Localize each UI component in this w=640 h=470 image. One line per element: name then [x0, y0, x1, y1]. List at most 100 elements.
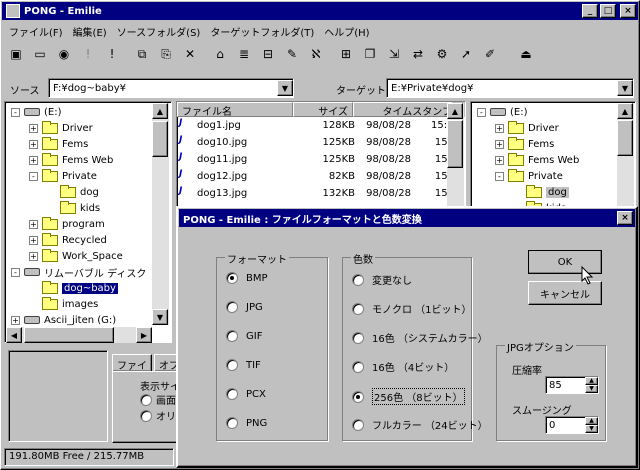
file-row[interactable]: Jdog11.jpg 125KB 98/08/28 15: — [179, 151, 465, 168]
color-radio[interactable] — [352, 302, 364, 315]
tree-item[interactable]: + Fems — [7, 136, 171, 152]
tree-item[interactable]: kids — [7, 200, 171, 216]
format-option[interactable]: TIF — [226, 359, 261, 371]
source-folder-tree[interactable]: - (E:) + Driver + Fems + Fems Web - Private dog kid… — [4, 101, 172, 343]
scroll-thumb[interactable] — [152, 121, 168, 157]
chevron-down-icon[interactable]: ▼ — [277, 80, 293, 96]
expand-icon[interactable]: + — [11, 315, 20, 325]
scroll-up-arrow[interactable]: ▲ — [152, 103, 168, 119]
spin-down-icon[interactable]: ▼ — [585, 425, 598, 433]
format-radio[interactable] — [226, 359, 238, 371]
fit-screen-radio[interactable] — [140, 393, 152, 406]
format-radio[interactable] — [226, 388, 238, 400]
expand-icon[interactable]: + — [495, 123, 504, 133]
color-radio[interactable] — [352, 331, 364, 344]
spin-up-icon[interactable]: ▲ — [585, 377, 598, 385]
column-filename[interactable]: ファイル名 — [177, 102, 293, 117]
format-option[interactable]: PNG — [226, 417, 267, 429]
paste-icon[interactable]: ⎘ — [156, 44, 176, 64]
tree-item[interactable]: dog — [473, 184, 635, 200]
target-folder-tree[interactable]: -(E:)+Driver+Fems+Fems Web-Privatedogkid… — [470, 101, 636, 209]
expand-icon[interactable]: + — [29, 219, 38, 229]
format-option[interactable]: BMP — [226, 272, 268, 284]
copy-icon[interactable]: ⧉ — [132, 44, 152, 64]
menu-edit[interactable]: 編集(E) — [73, 24, 107, 39]
tree-item[interactable]: - リムーバブル ディスク — [7, 264, 171, 280]
convert-icon[interactable]: ℵ — [306, 44, 326, 64]
color-option[interactable]: 16色 （4ビット） — [352, 359, 454, 374]
send-icon[interactable]: ➚ — [456, 44, 476, 64]
smoothing-input[interactable]: 0 ▲ ▼ — [545, 416, 599, 434]
left-tree-scrollbar[interactable]: ▲ ▼ — [152, 103, 169, 325]
menu-source-folder[interactable]: ソースフォルダ(S) — [117, 24, 201, 39]
tree-item[interactable]: + Fems Web — [7, 152, 171, 168]
chevron-down-icon[interactable]: ▼ — [617, 80, 633, 96]
exit-icon[interactable]: ⏏ — [516, 44, 536, 64]
move-icon[interactable]: ⊟ — [258, 44, 278, 64]
column-timestamp[interactable]: タイムスタンプ — [353, 102, 453, 117]
tree-item[interactable]: + Recycled — [7, 232, 171, 248]
tree-item[interactable]: - (E:) — [7, 104, 171, 120]
column-size[interactable]: サイズ — [293, 102, 353, 117]
window-icon[interactable]: ❐ — [360, 44, 380, 64]
expand-icon[interactable]: + — [29, 251, 38, 261]
source-combo[interactable]: F:¥dog~baby¥ ▼ — [48, 78, 294, 98]
color-option[interactable]: 16色 （システムカラー） — [352, 330, 488, 345]
file-row[interactable]: Jdog1.jpg 128KB 98/08/28 15:( — [179, 117, 465, 134]
tree-item[interactable]: + Driver — [7, 120, 171, 136]
left-tree-hscrollbar[interactable]: ◀ ▶ — [6, 327, 152, 343]
color-option[interactable]: 256色 （8ビット） — [352, 388, 465, 405]
scroll-right-arrow[interactable]: ▶ — [136, 327, 152, 343]
tree-item[interactable]: - Private — [473, 168, 635, 184]
exclamation-icon[interactable]: ! — [78, 44, 98, 64]
color-radio[interactable] — [352, 273, 364, 286]
scroll-left-arrow[interactable]: ◀ — [6, 327, 22, 343]
expand-icon[interactable]: + — [29, 139, 38, 149]
tree-item[interactable]: + Fems — [473, 136, 635, 152]
file-row[interactable]: Jdog12.jpg 82KB 98/08/28 15: — [179, 168, 465, 185]
format-option[interactable]: GIF — [226, 330, 262, 342]
list-icon[interactable]: ≣ — [234, 44, 254, 64]
dialog-close-button[interactable]: × — [617, 211, 633, 225]
file-row[interactable]: Jdog13.jpg 132KB 98/08/28 15: — [179, 185, 465, 202]
rename-icon[interactable]: ✎ — [282, 44, 302, 64]
target-combo[interactable]: E:¥Private¥dog¥ ▼ — [386, 78, 634, 98]
collapse-icon[interactable]: - — [11, 107, 20, 117]
tree-item[interactable]: dog — [7, 184, 171, 200]
file-list[interactable]: ファイル名 サイズ タイムスタンプ Jdog1.jpg 128KB 98/08/28… — [176, 101, 466, 209]
link-icon[interactable]: ⇲ — [384, 44, 404, 64]
collapse-icon[interactable]: - — [495, 171, 504, 181]
compression-input[interactable]: 85 ▲ ▼ — [545, 376, 599, 394]
color-option[interactable]: 変更なし — [352, 272, 412, 287]
right-tree-scrollbar[interactable]: ▲ — [617, 103, 634, 207]
menu-file[interactable]: ファイル(F) — [9, 24, 63, 39]
color-radio[interactable] — [352, 418, 364, 431]
tree-item[interactable]: + Work_Space — [7, 248, 171, 264]
color-option[interactable]: フルカラー （24ビット） — [352, 417, 488, 432]
edit-icon[interactable]: ✐ — [480, 44, 500, 64]
format-radio[interactable] — [226, 417, 238, 429]
tree-item[interactable]: + Driver — [473, 120, 635, 136]
format-radio[interactable] — [226, 330, 238, 342]
expand-icon[interactable]: + — [29, 123, 38, 133]
file-row[interactable]: Jdog10.jpg 125KB 98/08/28 15: — [179, 134, 465, 151]
spin-down-icon[interactable]: ▼ — [585, 385, 598, 393]
scroll-thumb[interactable] — [447, 120, 463, 168]
tree-item[interactable]: - Private — [7, 168, 171, 184]
format-radio[interactable] — [226, 272, 238, 284]
scroll-up-arrow[interactable]: ▲ — [447, 103, 463, 119]
original-size-radio[interactable] — [140, 409, 152, 422]
collapse-icon[interactable]: - — [29, 171, 38, 181]
format-option[interactable]: PCX — [226, 388, 266, 400]
tree-icon[interactable]: ⊞ — [336, 44, 356, 64]
monitor-icon[interactable]: ▭ — [30, 44, 50, 64]
expand-icon[interactable]: + — [29, 155, 38, 165]
delete-icon[interactable]: ✕ — [180, 44, 200, 64]
color-radio[interactable] — [352, 390, 364, 403]
expand-icon[interactable]: + — [495, 155, 504, 165]
file-list-scrollbar[interactable]: ▲ — [447, 103, 464, 207]
scroll-thumb[interactable] — [617, 120, 633, 156]
scroll-down-arrow[interactable]: ▼ — [152, 309, 168, 325]
color-option[interactable]: モノクロ （1ビット） — [352, 301, 472, 316]
expand-icon[interactable]: + — [29, 235, 38, 245]
